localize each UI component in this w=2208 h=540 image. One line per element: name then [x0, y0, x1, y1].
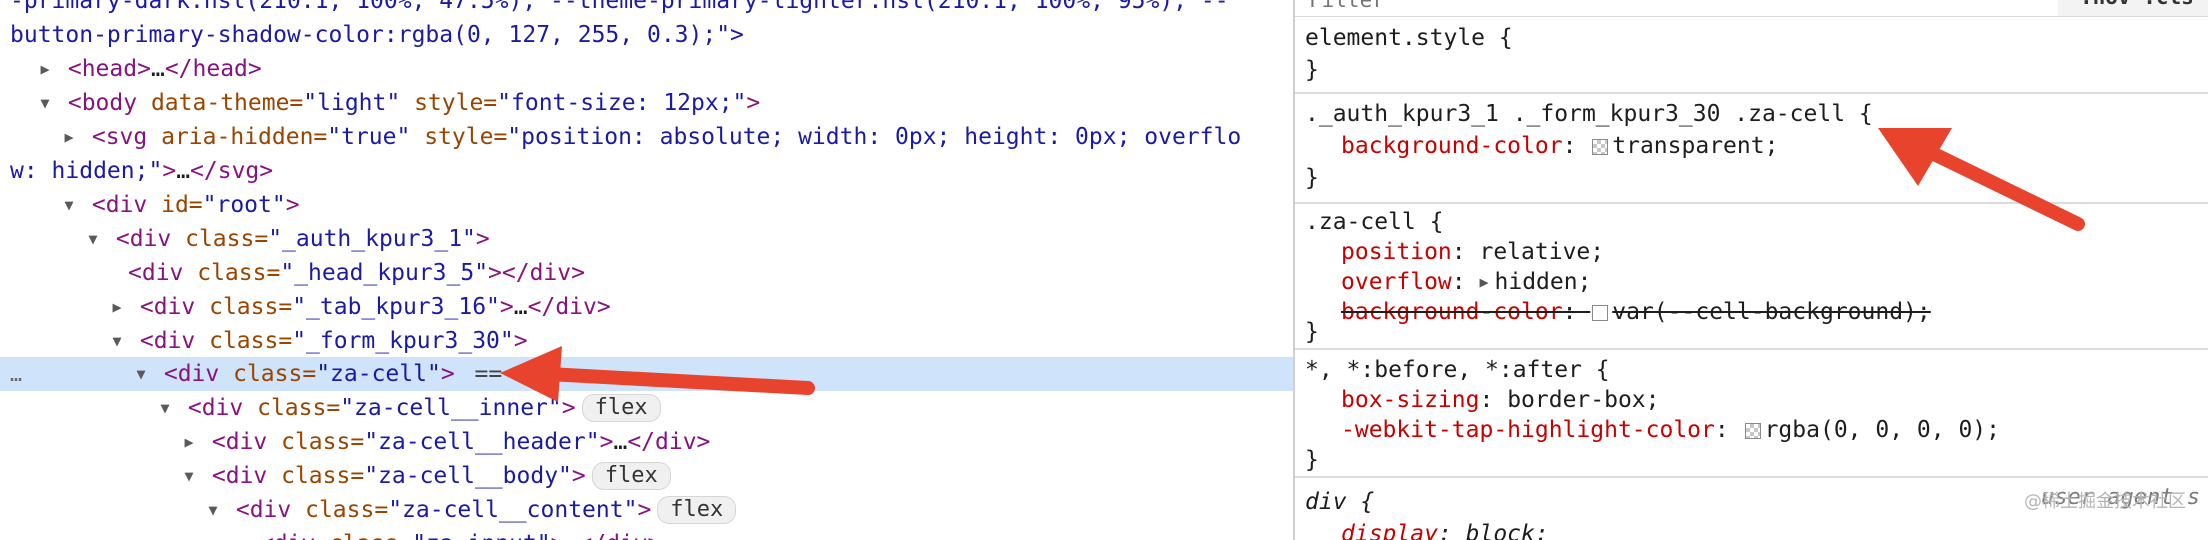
elements-dom-tree: -primary-dark:hsl(210.1, 100%, 47.5%); -…	[0, 0, 1295, 540]
dom-node-body[interactable]: ▼ <body data-theme="light" style="font-s…	[0, 86, 1293, 120]
declaration-display[interactable]: display: block;	[1305, 518, 1549, 540]
declaration-background-color[interactable]: background-color: transparent;	[1305, 130, 1778, 162]
collapse-triangle-icon[interactable]: ▼	[204, 493, 222, 527]
rule-selector[interactable]: ._auth_kpur3_1 ._form_kpur3_30 .za-cell …	[1305, 98, 1873, 130]
dom-node-svg[interactable]: ▶ <svg aria-hidden="true" style="positio…	[0, 120, 1293, 154]
styles-filter-bar: :hov .cls	[1295, 0, 2208, 17]
flex-badge[interactable]: flex	[581, 394, 661, 422]
watermark-text: @稀土掘金技术社区	[2024, 491, 2186, 512]
dom-node-za-cell-selected[interactable]: … ▼ <div class="za-cell"> ==	[0, 357, 1293, 391]
styles-filter-input[interactable]	[1309, 0, 2029, 14]
dom-line-style-attr-end[interactable]: button-primary-shadow-color:rgba(0, 127,…	[10, 18, 1293, 52]
declaration-tap-highlight[interactable]: -webkit-tap-highlight-color: rgba(0, 0, …	[1305, 414, 2000, 446]
rule-div-user-agent: div { user agent s @稀土掘金技术社区 display: bl…	[1295, 482, 2208, 540]
color-swatch-icon[interactable]	[1592, 305, 1609, 321]
collapse-triangle-icon[interactable]: ▼	[36, 86, 54, 120]
collapse-triangle-icon[interactable]: ▼	[180, 459, 198, 493]
dom-node-za-cell-content[interactable]: ▼ <div class="za-cell__content"> flex	[0, 493, 1293, 527]
rule-selector[interactable]: div {	[1305, 486, 1374, 518]
color-swatch-icon[interactable]	[1744, 423, 1761, 439]
dom-node-za-input[interactable]: ▶ <div class="za-input">…</div>	[0, 527, 1293, 540]
expand-triangle-icon[interactable]: ▶	[180, 425, 198, 459]
rule-close-brace: }	[1305, 319, 1319, 345]
dom-node-za-cell-inner[interactable]: ▼ <div class="za-cell__inner"> flex	[0, 391, 1293, 425]
selected-node-marker: ==	[474, 361, 503, 387]
collapse-triangle-icon[interactable]: ▼	[132, 357, 150, 391]
styles-sidebar: :hov .cls element.style { } ._auth_kpur3…	[1295, 0, 2208, 540]
rule-close-brace: }	[1305, 165, 1319, 191]
declaration-overflow[interactable]: overflow: ▶ hidden;	[1305, 266, 1591, 300]
hov-cls-toggle[interactable]: :hov .cls	[2058, 0, 2208, 16]
devtools-panel: -primary-dark:hsl(210.1, 100%, 47.5%); -…	[0, 0, 2208, 540]
declaration-position[interactable]: position: relative;	[1305, 236, 1604, 268]
declaration-background-color-overridden[interactable]: background-color: var(--cell-background)…	[1305, 296, 1931, 328]
rule-selector[interactable]: *, *:before, *:after {	[1305, 354, 1610, 386]
dom-node-head[interactable]: ▶ <head>…</head>	[0, 52, 1293, 86]
dom-node-za-cell-body[interactable]: ▼ <div class="za-cell__body"> flex	[0, 459, 1293, 493]
rule-za-cell: .za-cell { position: relative; overflow:…	[1295, 204, 2208, 350]
expand-triangle-icon[interactable]: ▶	[108, 290, 126, 324]
dom-node-auth[interactable]: ▼ <div class="_auth_kpur3_1">	[0, 222, 1293, 256]
dom-node-head-div[interactable]: <div class="_head_kpur3_5"></div>	[0, 256, 1293, 290]
flex-badge[interactable]: flex	[591, 462, 671, 490]
rule-universal: *, *:before, *:after { box-sizing: borde…	[1295, 352, 2208, 478]
dom-node-svg-wrap[interactable]: w: hidden;">…</svg>	[10, 154, 1293, 188]
collapse-triangle-icon[interactable]: ▼	[60, 188, 78, 222]
collapse-triangle-icon[interactable]: ▼	[84, 222, 102, 256]
collapse-triangle-icon[interactable]: ▼	[108, 324, 126, 358]
dom-node-form[interactable]: ▼ <div class="_form_kpur3_30">	[0, 324, 1293, 358]
dom-line-style-attr-cont[interactable]: -primary-dark:hsl(210.1, 100%, 47.5%); -…	[10, 0, 1293, 18]
rule-close-brace: }	[1305, 447, 1319, 473]
rule-element-style: element.style { }	[1295, 18, 2208, 94]
collapse-triangle-icon[interactable]: ▼	[156, 391, 174, 425]
rule-auth-form-za-cell: ._auth_kpur3_1 ._form_kpur3_30 .za-cell …	[1295, 94, 2208, 204]
flex-badge[interactable]: flex	[657, 496, 737, 524]
expand-triangle-icon[interactable]: ▶	[228, 527, 246, 540]
rule-selector[interactable]: .za-cell {	[1305, 206, 1443, 238]
rule-selector[interactable]: element.style {	[1305, 22, 1513, 54]
dom-node-root[interactable]: ▼ <div id="root">	[0, 188, 1293, 222]
expand-triangle-icon[interactable]: ▶	[60, 120, 78, 154]
expand-shorthand-icon[interactable]: ▶	[1479, 273, 1488, 291]
declaration-box-sizing[interactable]: box-sizing: border-box;	[1305, 384, 1660, 416]
color-swatch-icon[interactable]	[1592, 139, 1609, 155]
node-actions-dots-icon[interactable]: …	[10, 357, 22, 391]
rule-close-brace: }	[1305, 57, 1319, 83]
expand-triangle-icon[interactable]: ▶	[36, 52, 54, 86]
dom-node-za-cell-header[interactable]: ▶ <div class="za-cell__header">…</div>	[0, 425, 1293, 459]
dom-node-tab[interactable]: ▶ <div class="_tab_kpur3_16">…</div>	[0, 290, 1293, 324]
